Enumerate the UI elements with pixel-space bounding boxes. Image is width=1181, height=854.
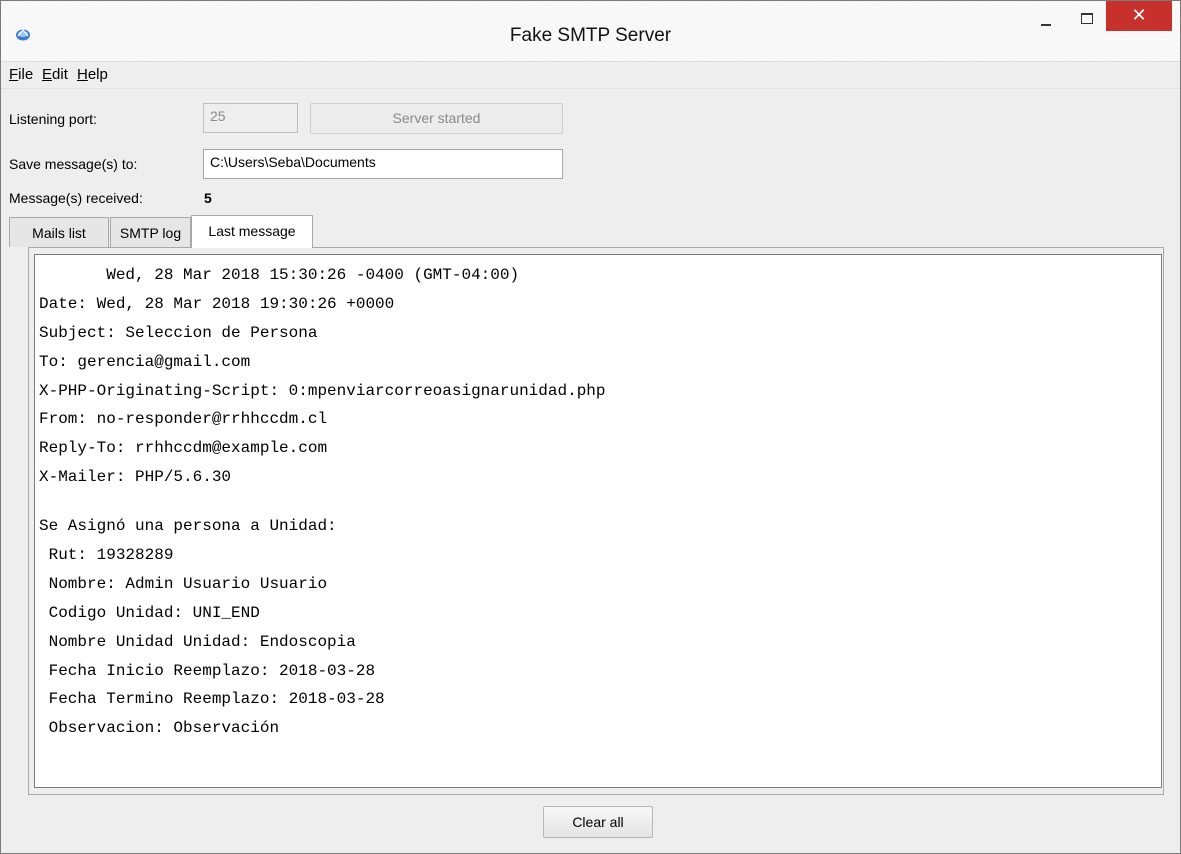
message-line: Rut: 19328289: [39, 546, 174, 565]
maximize-button[interactable]: [1067, 7, 1107, 38]
message-line: Date: Wed, 28 Mar 2018 19:30:26 +0000: [39, 294, 395, 313]
message-line: Codigo Unidad: UNI_END: [39, 603, 260, 622]
message-line: Nombre Unidad Unidad: Endoscopia: [39, 632, 356, 651]
tab-mails-list[interactable]: Mails list: [9, 217, 109, 247]
messages-received-label: Message(s) received:: [9, 190, 143, 206]
menu-help[interactable]: Help: [77, 66, 108, 83]
maximize-icon: [1081, 13, 1093, 24]
menu-help-accel: H: [77, 66, 88, 83]
message-line: Observacion: Observación: [39, 719, 280, 738]
menu-file-rest: ile: [18, 66, 34, 83]
messages-received-count: 5: [204, 190, 212, 206]
message-line: Wed, 28 Mar 2018 15:30:26 -0400 (GMT-04:…: [39, 266, 520, 284]
clear-all-button[interactable]: Clear all: [543, 806, 653, 838]
server-started-button[interactable]: Server started: [310, 103, 563, 134]
close-button[interactable]: ✕: [1106, 1, 1172, 31]
message-line: Fecha Inicio Reemplazo: 2018-03-28: [39, 661, 376, 680]
window-title: Fake SMTP Server: [509, 25, 672, 46]
last-message-textarea[interactable]: Wed, 28 Mar 2018 15:30:26 -0400 (GMT-04:…: [34, 254, 1162, 788]
message-line: Subject: Seleccion de Persona: [39, 323, 318, 342]
menu-file[interactable]: File: [9, 66, 33, 83]
minimize-icon: [1041, 24, 1051, 26]
message-line: Nombre: Admin Usuario Usuario: [39, 574, 328, 593]
close-icon: ✕: [1131, 5, 1147, 26]
message-line: To: gerencia@gmail.com: [39, 352, 251, 371]
menu-file-accel: F: [9, 66, 19, 83]
menu-bar: File Edit Help: [1, 62, 1180, 89]
message-line: Reply-To: rrhhccdm@example.com: [39, 439, 328, 458]
minimize-button[interactable]: [1026, 7, 1066, 38]
menu-edit[interactable]: Edit: [42, 66, 68, 83]
listening-port-label: Listening port:: [9, 111, 97, 127]
message-line: Fecha Termino Reemplazo: 2018-03-28: [39, 690, 385, 709]
message-line: From: no-responder@rrhhccdm.cl: [39, 410, 328, 429]
save-messages-label: Save message(s) to:: [9, 156, 138, 172]
menu-help-rest: elp: [87, 66, 108, 83]
title-bar[interactable]: Fake SMTP Server ✕: [1, 1, 1180, 62]
save-path-input[interactable]: C:\Users\Seba\Documents: [203, 149, 563, 179]
message-line: X-Mailer: PHP/5.6.30: [39, 468, 232, 487]
menu-edit-accel: E: [42, 66, 53, 83]
message-line: X-PHP-Originating-Script: 0:mpenviarcorr…: [39, 381, 606, 400]
tab-smtp-log[interactable]: SMTP log: [110, 217, 191, 247]
message-line: Se Asignó una persona a Unidad:: [39, 517, 337, 536]
listening-port-input[interactable]: 25: [203, 103, 298, 133]
menu-edit-rest: dit: [52, 66, 68, 83]
tab-last-message[interactable]: Last message: [191, 215, 313, 248]
app-window: Fake SMTP Server ✕ File Edit Help Listen…: [0, 0, 1181, 854]
